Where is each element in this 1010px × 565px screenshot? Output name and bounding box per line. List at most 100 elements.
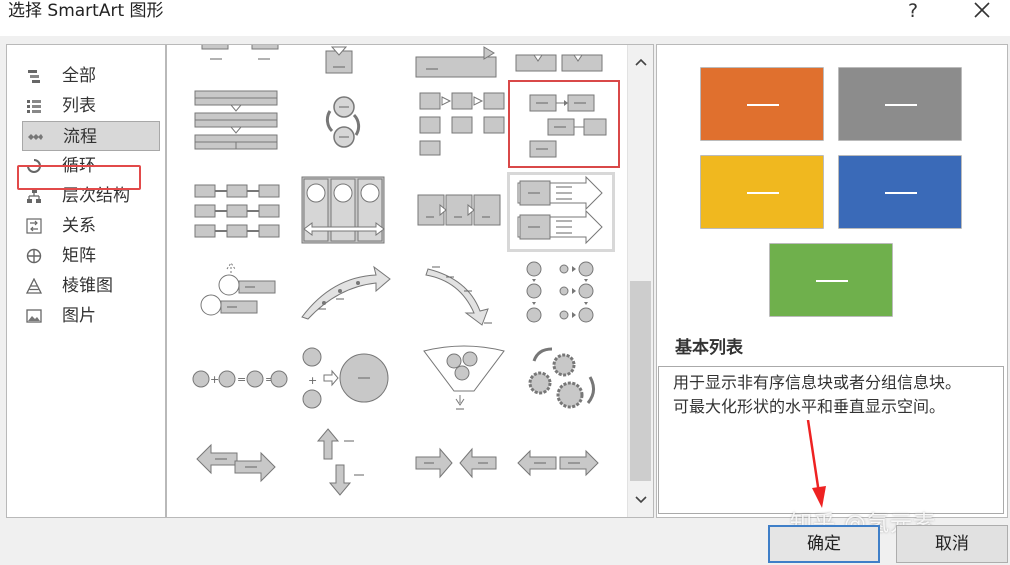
layout-thumbnail	[194, 90, 278, 150]
layout-tile[interactable]	[412, 425, 516, 501]
description-box: 用于显示非有序信息块或者分组信息块。 可最大化形状的水平和垂直显示空间。	[658, 366, 1004, 514]
category-matrix[interactable]: 矩阵	[22, 241, 160, 271]
preview-shape	[838, 67, 962, 141]
category-process[interactable]: 流程	[22, 121, 160, 151]
svg-text:+: +	[308, 374, 317, 387]
description-line: 可最大化形状的水平和垂直显示空间。	[673, 397, 946, 416]
layout-tile[interactable]	[187, 173, 291, 249]
layout-thumbnail	[517, 449, 599, 477]
preview-shape-text	[747, 104, 779, 106]
category-annotation-box	[17, 165, 141, 190]
layout-thumbnail	[419, 92, 505, 156]
category-panel: 全部 列表 流程 循环 层次结构 关系 矩阵 棱锥图 图片	[6, 44, 166, 518]
layout-thumbnail	[200, 262, 276, 316]
layout-thumbnail	[316, 428, 364, 496]
category-list[interactable]: 列表	[22, 91, 160, 121]
all-icon	[28, 70, 40, 83]
preview-shape-text	[747, 192, 779, 194]
layout-tile[interactable]	[512, 341, 616, 417]
category-label: 列表	[62, 96, 96, 116]
layout-thumbnail: +	[302, 347, 389, 409]
preview-shape	[700, 67, 824, 141]
layout-thumbnail	[517, 175, 603, 245]
layout-thumbnail	[201, 45, 279, 60]
picture-icon	[26, 309, 42, 323]
layout-tile-hovered[interactable]	[507, 172, 615, 252]
layout-tile[interactable]	[412, 257, 516, 333]
layout-thumbnail	[194, 184, 280, 238]
category-relationship[interactable]: 关系	[22, 211, 160, 241]
layout-thumbnail	[526, 261, 594, 323]
layout-tile[interactable]	[292, 85, 396, 161]
list-icon	[27, 100, 41, 113]
scroll-down-button[interactable]	[628, 489, 654, 511]
layout-annotation-box	[508, 80, 620, 168]
gallery-scrollbar[interactable]	[627, 45, 653, 517]
help-button[interactable]: ?	[898, 0, 928, 22]
layout-tile[interactable]: + = =	[187, 341, 291, 417]
category-pyramid[interactable]: 棱锥图	[22, 271, 160, 301]
title-bar: 选择 SmartArt 图形 ?	[0, 0, 1010, 36]
category-label: 矩阵	[62, 246, 96, 266]
category-all[interactable]: 全部	[22, 61, 160, 91]
window-title: 选择 SmartArt 图形	[8, 1, 164, 21]
preview-shape	[838, 155, 962, 229]
layout-thumbnail	[415, 447, 497, 479]
preview-shape-text	[816, 280, 848, 282]
layout-tile[interactable]	[412, 173, 516, 249]
layout-thumbnail	[325, 96, 361, 148]
layout-tile[interactable]	[512, 45, 616, 83]
svg-text:+: +	[210, 373, 219, 386]
layout-tile[interactable]	[192, 45, 296, 83]
layout-tile[interactable]	[187, 85, 291, 161]
layout-tile[interactable]	[512, 257, 616, 333]
close-button[interactable]	[962, 0, 1002, 24]
layout-thumbnail: + = =	[192, 370, 288, 388]
layout-tile[interactable]	[292, 173, 396, 249]
layout-thumbnail	[325, 46, 353, 74]
layout-tile[interactable]	[292, 257, 396, 333]
scroll-thumb[interactable]	[630, 281, 651, 481]
layout-tile[interactable]	[412, 45, 516, 83]
preview-title: 基本列表	[675, 338, 743, 358]
scroll-up-button[interactable]	[628, 51, 654, 73]
layout-thumbnail	[415, 46, 497, 78]
category-label: 棱锥图	[62, 276, 113, 296]
annotation-arrow	[806, 420, 826, 508]
category-label: 全部	[62, 66, 96, 86]
category-label: 流程	[63, 127, 97, 147]
cancel-button[interactable]: 取消	[896, 525, 1008, 563]
layout-thumbnail	[423, 345, 505, 410]
layout-tile[interactable]: +	[292, 341, 396, 417]
chevron-down-icon	[635, 496, 647, 504]
preview-shape-text	[885, 192, 917, 194]
matrix-icon	[26, 248, 42, 264]
description-line: 用于显示非有序信息块或者分组信息块。	[673, 373, 962, 392]
category-label: 图片	[62, 306, 96, 326]
layout-thumbnail	[528, 347, 595, 409]
layout-thumbnail	[515, 54, 603, 72]
layout-gallery: + = = +	[166, 44, 654, 518]
preview-shape-text	[885, 104, 917, 106]
preview-shape	[700, 155, 824, 229]
layout-tile[interactable]	[412, 85, 516, 161]
process-icon	[28, 134, 43, 140]
pyramid-icon	[26, 278, 42, 294]
ok-button[interactable]: 确定	[768, 525, 880, 563]
close-icon	[974, 2, 990, 18]
layout-thumbnail	[301, 265, 391, 320]
hierarchy-icon	[27, 189, 41, 203]
category-label: 关系	[62, 216, 96, 236]
svg-text:=: =	[237, 373, 246, 386]
chevron-up-icon	[635, 58, 647, 66]
layout-tile[interactable]	[512, 425, 616, 501]
layout-thumbnail	[196, 443, 276, 483]
layout-tile[interactable]	[292, 45, 396, 83]
layout-tile[interactable]	[187, 257, 291, 333]
category-picture[interactable]: 图片	[22, 301, 160, 331]
layout-thumbnail	[417, 194, 501, 226]
layout-tile[interactable]	[292, 425, 396, 501]
layout-tile[interactable]	[187, 425, 291, 501]
layout-thumbnail	[425, 266, 492, 326]
layout-tile[interactable]	[412, 341, 516, 417]
